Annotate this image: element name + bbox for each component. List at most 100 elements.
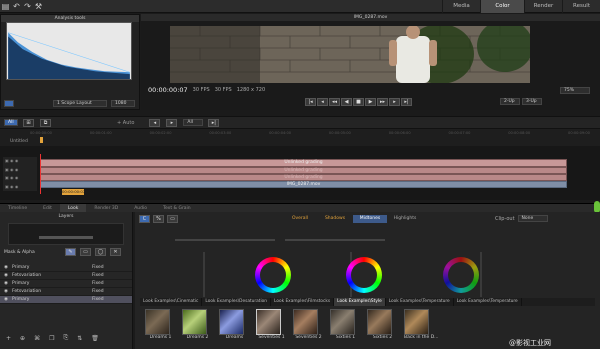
mode-all-button[interactable]: All [4, 119, 18, 126]
mask-tool-4-icon[interactable]: ✕ [110, 248, 121, 256]
look-thumbnail[interactable] [145, 309, 170, 335]
settings-icon[interactable]: ⚒ [33, 1, 44, 12]
copy-layer-icon[interactable]: ❐ [49, 335, 54, 342]
layer-preview [8, 223, 124, 245]
forward-icon[interactable]: ▸▸ [377, 98, 388, 106]
highlights-color-wheel[interactable] [443, 257, 479, 293]
tab-color[interactable]: Color [480, 0, 524, 13]
look-thumbnail-selected[interactable] [256, 309, 281, 335]
look-item[interactable]: Sixties 1 [330, 309, 361, 340]
tab-midtones[interactable]: Midtones [353, 215, 387, 223]
look-thumbnail[interactable] [219, 309, 244, 335]
move-layer-icon[interactable]: ⇅ [77, 335, 82, 342]
shadows-color-wheel[interactable] [255, 257, 291, 293]
count-select[interactable]: All [183, 119, 204, 126]
eye-icon[interactable]: ◉ [4, 264, 12, 271]
look-item[interactable]: Dreams [219, 309, 250, 340]
tab-highlights[interactable]: Highlights [388, 215, 422, 223]
saturation-slider[interactable] [285, 239, 385, 241]
auto-label[interactable]: + Auto [117, 120, 134, 126]
library-tab[interactable]: Look Examples\Desaturation [202, 298, 272, 306]
rewind-icon[interactable]: ◂◂ [329, 98, 340, 106]
delete-layer-icon[interactable]: 🗑 [91, 335, 99, 342]
look-item[interactable]: Seventies 2 [293, 309, 324, 340]
eye-icon[interactable]: ◉ [4, 272, 12, 279]
ruler-tick: 00:00:05:00 [328, 131, 351, 135]
go-start-icon[interactable]: |◂ [305, 98, 316, 106]
eye-icon[interactable]: ◉ [4, 288, 12, 295]
link-layer-icon[interactable]: ⌘ [34, 335, 40, 342]
ruler-tick: 00:00:07:00 [448, 131, 471, 135]
tab-shadows[interactable]: Shadows [318, 215, 352, 223]
pct-mode-button[interactable]: % [153, 215, 164, 223]
next-frame-icon[interactable]: ▸ [389, 98, 400, 106]
redo-icon[interactable]: ↷ [22, 1, 33, 12]
next-marker-icon[interactable]: ▸ [166, 118, 178, 127]
save-icon[interactable]: ▤ [0, 1, 11, 12]
scope-layout-select[interactable]: 1 Scope Layout [53, 100, 107, 107]
extra-mode-icon[interactable]: ▭ [167, 215, 178, 223]
play-icon[interactable]: ▶ [365, 98, 376, 106]
look-item[interactable]: Dreams 1 [145, 309, 176, 340]
look-thumbnail[interactable] [330, 309, 355, 335]
mask-tool-3-icon[interactable]: ◯ [95, 248, 106, 256]
play-reverse-icon[interactable]: ◀ [341, 98, 352, 106]
undo-icon[interactable]: ↶ [11, 1, 22, 12]
master-slider[interactable] [175, 239, 275, 241]
transport-controls: |◂ ◂ ◂◂ ◀ ■ ▶ ▸▸ ▸ ▸| [305, 98, 413, 106]
link-tool-icon[interactable]: ⧉ [40, 118, 51, 127]
tab-result[interactable]: Result [562, 0, 600, 13]
stop-icon[interactable]: ■ [353, 98, 364, 106]
look-item[interactable]: Dreams 2 [182, 309, 213, 340]
vertical-slider-3[interactable] [480, 252, 482, 297]
sub-track[interactable]: Unlinked grading [40, 167, 567, 174]
ruler-tick: 00:00:04:00 [269, 131, 292, 135]
add-variation-icon[interactable]: ⊕ [20, 335, 25, 342]
midtones-color-wheel[interactable] [346, 257, 382, 293]
look-item[interactable]: Seventies 1 [256, 309, 287, 340]
library-tab[interactable]: Look Examples\Temperature [454, 298, 522, 306]
clip-track[interactable]: IMG_0287.mov [40, 181, 567, 188]
go-end-icon[interactable]: ▸| [401, 98, 412, 106]
library-tab[interactable]: Look Examples\Cinematic [140, 298, 203, 306]
sub-track[interactable]: Unlinked grading [40, 174, 567, 181]
prev-marker-icon[interactable]: ◂ [149, 118, 161, 127]
layer-row[interactable]: ◉ Primary Fixed [0, 280, 132, 288]
prev-frame-icon[interactable]: ◂ [317, 98, 328, 106]
track-tool-icon[interactable]: ⊞ [23, 118, 34, 127]
eye-icon[interactable]: ◉ [4, 296, 12, 303]
eye-icon[interactable]: ◉ [4, 280, 12, 287]
playhead-marker[interactable] [40, 137, 43, 143]
zoom-select[interactable]: 75% [560, 87, 590, 94]
add-layer-icon[interactable]: + [6, 335, 11, 342]
end-marker-icon[interactable]: ▸| [208, 118, 220, 127]
look-thumbnail[interactable] [293, 309, 318, 335]
mask-tool-2-icon[interactable]: ▭ [80, 248, 91, 256]
look-thumbnail[interactable] [182, 309, 207, 335]
look-thumbnail[interactable] [367, 309, 392, 335]
library-tab[interactable]: Look Examples\Temperature [386, 298, 454, 306]
grading-track[interactable]: Unlinked grading [40, 159, 567, 167]
view-2up-button[interactable]: 2-Up [500, 98, 520, 105]
mask-tool-1-icon[interactable]: ✎ [65, 248, 76, 256]
tab-media[interactable]: Media [442, 0, 480, 13]
library-tab[interactable]: Look Examples\Filmstocks [271, 298, 335, 306]
view-3up-button[interactable]: 3-Up [522, 98, 542, 105]
library-tab-active[interactable]: Look Examples\Style [334, 298, 386, 306]
layer-row-selected[interactable]: ◉ Primary Fixed [0, 296, 132, 304]
tab-overall[interactable]: Overall [283, 215, 317, 223]
vertical-slider-1[interactable] [203, 252, 205, 297]
scope-mode-icon[interactable] [4, 100, 14, 107]
look-thumbnail[interactable] [404, 309, 429, 335]
layer-row[interactable]: ◉ Fetsvariation Fixed [0, 272, 132, 280]
track-header-icons[interactable]: ▣ ◉ ◉ ▣ ◉ ◉ ▣ ◉ ◉ ▣ ◉ ◉ [3, 157, 37, 191]
layer-row[interactable]: ◉ Primary Fixed [0, 264, 132, 272]
tab-render[interactable]: Render [524, 0, 562, 13]
paste-layer-icon[interactable]: ⎘ [63, 334, 68, 342]
scope-value-select[interactable]: 1080 [111, 100, 135, 107]
curve-mode-icon[interactable]: C [139, 215, 150, 223]
layer-row[interactable]: ◉ Fetsvariation Fixed [0, 288, 132, 296]
look-item[interactable]: Sixties 2 [367, 309, 398, 340]
look-item[interactable]: Back in the D... [404, 309, 438, 340]
clip-out-select[interactable]: None [517, 215, 548, 222]
